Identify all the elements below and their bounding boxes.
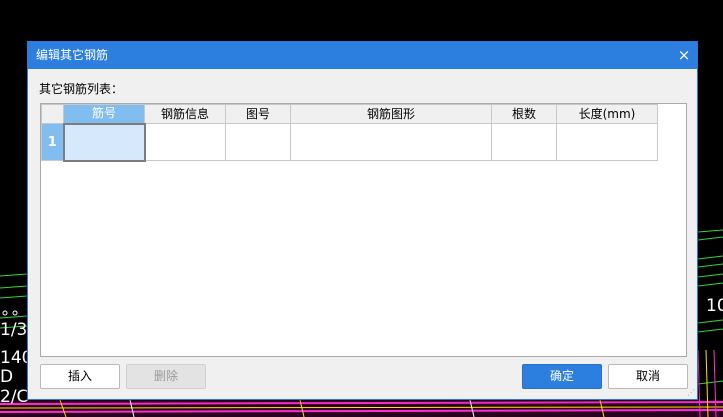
- row-header[interactable]: 1: [41, 123, 64, 161]
- ok-button[interactable]: 确定: [522, 364, 602, 389]
- cell-rebar-info[interactable]: [144, 123, 226, 161]
- cell-rebar-shape[interactable]: [290, 123, 492, 161]
- dialog-titlebar[interactable]: 编辑其它钢筋 ×: [28, 42, 697, 69]
- cell-bar-number[interactable]: [62, 122, 146, 162]
- close-icon[interactable]: ×: [675, 46, 693, 64]
- column-header-rebar-shape[interactable]: 钢筋图形: [290, 104, 492, 124]
- column-header-length[interactable]: 长度(mm): [556, 104, 658, 124]
- cancel-button[interactable]: 取消: [608, 364, 688, 389]
- cad-label: 2/C: [0, 387, 29, 407]
- column-header-count[interactable]: 根数: [491, 104, 557, 124]
- delete-button[interactable]: 删除: [126, 364, 206, 389]
- column-header-bar-number[interactable]: 筋号: [63, 104, 145, 124]
- cad-label: D: [0, 367, 14, 387]
- rebar-list-label: 其它钢筋列表：: [39, 82, 124, 96]
- column-header-figure-number[interactable]: 图号: [225, 104, 291, 124]
- column-header-rebar-info[interactable]: 钢筋信息: [144, 104, 226, 124]
- table-row[interactable]: 1: [41, 122, 658, 162]
- rebar-table: 筋号 钢筋信息 图号 钢筋图形 根数 长度(mm) 1: [41, 104, 658, 162]
- insert-button[interactable]: 插入: [40, 364, 120, 389]
- table-corner[interactable]: [41, 104, 64, 124]
- edit-other-rebar-dialog: 编辑其它钢筋 × 其它钢筋列表： 筋号 钢筋信息 图号 钢筋图形 根数 长度(m…: [27, 41, 698, 400]
- cell-figure-number[interactable]: [225, 123, 291, 161]
- cad-label: 1/3: [0, 320, 28, 340]
- rebar-table-area[interactable]: 筋号 钢筋信息 图号 钢筋图形 根数 长度(mm) 1: [40, 103, 687, 357]
- cell-count[interactable]: [491, 123, 557, 161]
- cad-label: 10: [706, 296, 723, 316]
- dialog-title: 编辑其它钢筋: [36, 48, 109, 62]
- resize-grip-icon[interactable]: ⋰: [687, 389, 695, 397]
- cell-length[interactable]: [556, 123, 658, 161]
